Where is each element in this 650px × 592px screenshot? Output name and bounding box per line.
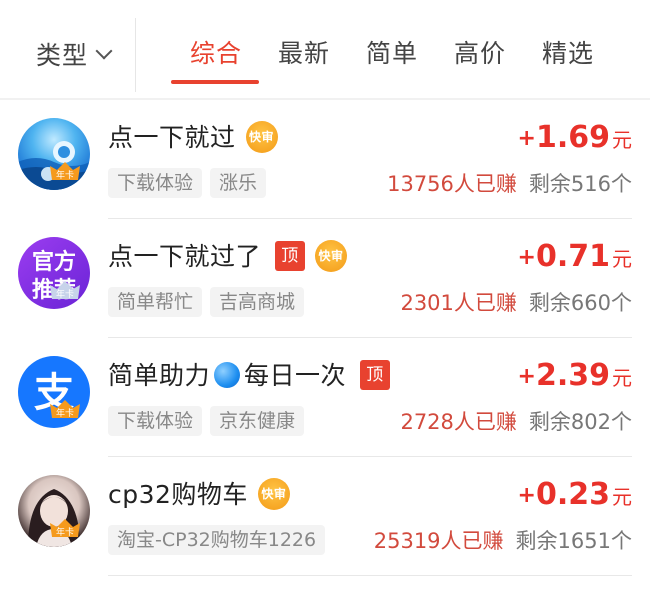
year-card-badge-icon: 年卡: [50, 519, 80, 538]
divider: [135, 18, 136, 92]
tag: 下载体验: [108, 406, 203, 436]
tab-comprehensive[interactable]: 综合: [190, 34, 242, 74]
task-stats: 13756人已赚 剩余516个: [387, 168, 632, 200]
tab-featured[interactable]: 精选: [542, 34, 594, 74]
filter-bar: 类型 综合 最新 简单 高价 精选: [0, 0, 650, 100]
task-row[interactable]: 支 年卡 简单助力 每日一次顶 +2.39 元 下载体验 京东健康 2728人已赚剩…: [0, 338, 650, 457]
task-title-text: 简单助力: [108, 361, 211, 390]
reward-unit: 元: [612, 366, 632, 390]
remaining-count: 剩余802个: [528, 410, 632, 434]
chevron-down-icon: [95, 42, 113, 60]
reward-unit: 元: [612, 128, 632, 152]
earned-count: 13756人已赚: [387, 172, 517, 196]
task-tags: 下载体验 京东健康: [108, 406, 305, 436]
task-title: 简单助力 每日一次顶: [108, 358, 391, 394]
task-title-text: 点一下就过了: [108, 242, 262, 271]
earned-count: 2728人已赚: [400, 410, 517, 434]
earned-count: 2301人已赚: [400, 291, 517, 315]
task-title: cp32购物车 快审: [108, 477, 290, 513]
tab-latest[interactable]: 最新: [278, 34, 330, 74]
task-tags: 下载体验 涨乐: [108, 168, 267, 198]
remaining-count: 剩余516个: [528, 172, 632, 196]
reward-amount: 0.23: [535, 477, 610, 512]
task-row[interactable]: 年卡 cp32购物车 快审 +0.23 元 淘宝-CP32购物车1226 25319…: [0, 457, 650, 576]
year-card-label: 年卡: [56, 526, 74, 538]
reward-amount: 2.39: [535, 358, 610, 393]
task-title: 点一下就过 快审: [108, 120, 278, 156]
earned-count: 25319人已赚: [373, 529, 504, 553]
year-card-badge-icon: 年卡: [50, 400, 80, 419]
year-card-label: 年卡: [56, 407, 74, 419]
tag: 淘宝-CP32购物车1226: [108, 525, 326, 555]
task-reward: +2.39 元: [518, 358, 632, 398]
divider: [108, 575, 632, 576]
tag: 简单帮忙: [108, 287, 203, 317]
task-title-text: 点一下就过: [108, 123, 236, 152]
tag: 京东健康: [210, 406, 305, 436]
active-tab-indicator: [171, 80, 259, 84]
fast-review-badge: 快审: [315, 240, 348, 272]
pinned-top-badge: 顶: [360, 360, 391, 390]
task-tags: 淘宝-CP32购物车1226: [108, 525, 326, 555]
reward-sign: +: [517, 483, 536, 508]
tag: 吉高商城: [210, 287, 305, 317]
fast-review-badge: 快审: [257, 478, 290, 510]
task-title-text: cp32购物车: [108, 480, 248, 509]
type-dropdown[interactable]: 类型: [36, 34, 113, 74]
tab-high-price[interactable]: 高价: [454, 34, 506, 74]
task-tags: 简单帮忙 吉高商城: [108, 287, 305, 317]
year-card-label: 年卡: [56, 169, 74, 181]
task-title: 点一下就过了顶快审: [108, 239, 348, 275]
reward-sign: +: [517, 364, 536, 389]
fast-review-badge: 快审: [245, 121, 278, 153]
task-stats: 2728人已赚 剩余802个: [400, 406, 632, 438]
type-dropdown-label: 类型: [36, 41, 89, 70]
tag: 涨乐: [210, 168, 267, 198]
pinned-top-badge: 顶: [275, 241, 306, 271]
blue-circle-icon: [214, 362, 241, 388]
task-row[interactable]: 年卡 点一下就过 快审 +1.69 元 下载体验 涨乐 13756人已赚 剩余516个: [0, 100, 650, 219]
tag: 下载体验: [108, 168, 203, 198]
task-title-text: 每日一次: [244, 361, 347, 390]
reward-unit: 元: [612, 485, 632, 509]
year-card-label: 年卡: [56, 288, 74, 300]
remaining-count: 剩余660个: [528, 291, 632, 315]
task-reward: +0.23 元: [518, 477, 632, 517]
year-card-badge-icon: 年卡: [50, 281, 80, 300]
remaining-count: 剩余1651个: [515, 529, 632, 553]
reward-sign: +: [517, 126, 536, 151]
task-stats: 2301人已赚 剩余660个: [400, 287, 632, 319]
task-stats: 25319人已赚 剩余1651个: [374, 525, 632, 557]
svg-text:官方: 官方: [32, 249, 76, 275]
reward-amount: 1.69: [535, 120, 610, 155]
reward-unit: 元: [612, 247, 632, 271]
task-reward: +0.71 元: [518, 239, 632, 279]
task-reward: +1.69 元: [518, 120, 632, 160]
year-card-badge-icon: 年卡: [50, 162, 80, 181]
tab-simple[interactable]: 简单: [366, 34, 418, 74]
reward-amount: 0.71: [535, 239, 610, 274]
task-row[interactable]: 官方 推荐 年卡 点一下就过了顶快审 +0.71元 简单帮忙 吉高商城 2301…: [0, 219, 650, 338]
reward-sign: +: [517, 245, 536, 270]
